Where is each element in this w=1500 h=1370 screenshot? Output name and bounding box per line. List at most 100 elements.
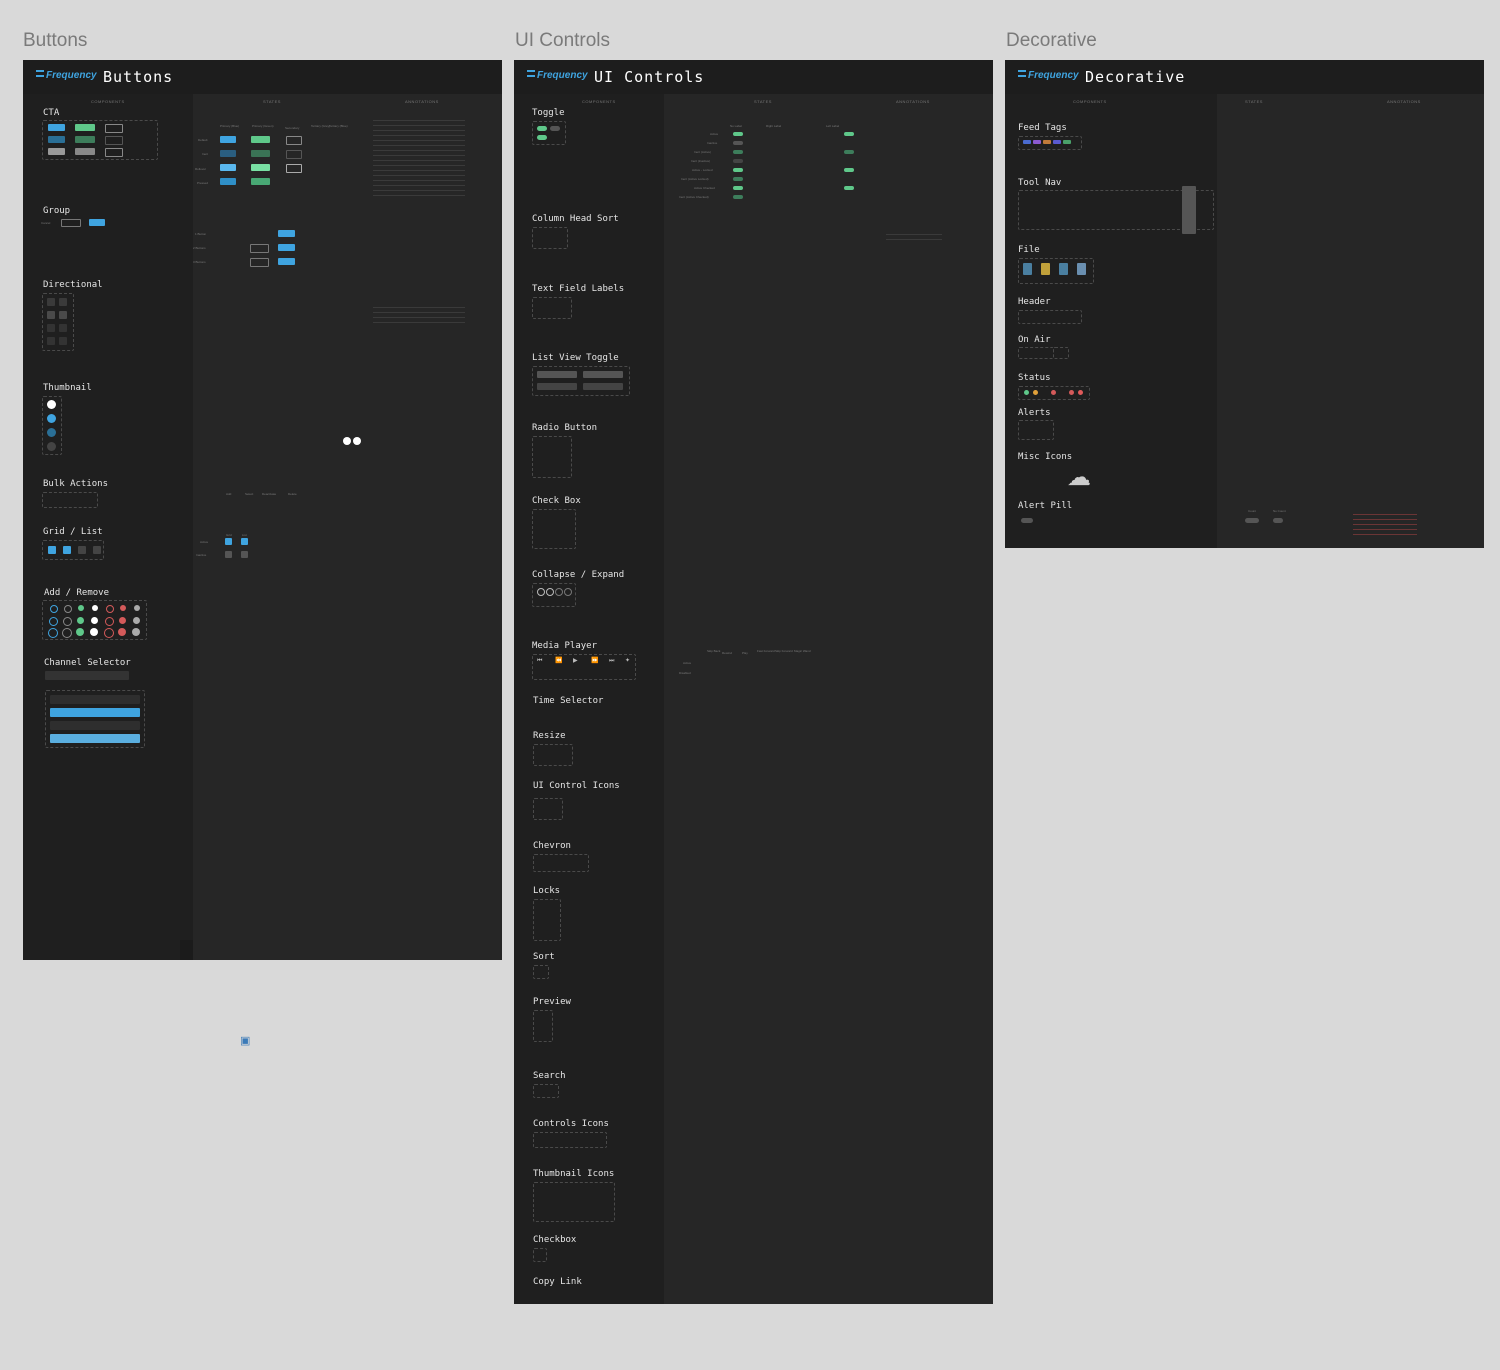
skip-back-icon[interactable]: ⏮ [537, 658, 542, 664]
magic-wand-icon[interactable]: ✦ [625, 658, 630, 664]
group-discard-button[interactable] [61, 219, 81, 227]
cta-inert-green[interactable] [251, 150, 270, 157]
toggle-off[interactable] [550, 126, 560, 131]
play-icon[interactable]: ▶ [573, 658, 578, 664]
dir-right-4[interactable] [59, 337, 67, 345]
dir-left-3[interactable] [47, 324, 55, 332]
cta-primary-blue-inert[interactable] [48, 136, 65, 143]
channel-selector-bar[interactable] [45, 671, 129, 680]
toggle-left-7[interactable] [844, 186, 854, 190]
toggle-row-8[interactable] [733, 195, 743, 199]
thumb-edit-inert[interactable] [47, 414, 56, 423]
channel-option-3[interactable] [50, 721, 140, 730]
grid-inactive[interactable] [78, 546, 86, 554]
add-green-lg[interactable] [76, 628, 84, 636]
group-1-save[interactable] [278, 230, 295, 237]
skip-forward-icon[interactable]: ⏭ [609, 658, 614, 664]
remove-grey-lg[interactable] [132, 628, 140, 636]
add-filled-green[interactable] [78, 605, 84, 611]
add-outline-md[interactable] [49, 617, 58, 626]
cta-pressed-green[interactable] [251, 178, 270, 185]
remove-red-md[interactable] [119, 617, 126, 624]
tool-nav-selected[interactable] [1182, 186, 1196, 234]
image-icon[interactable]: ▣ [240, 1034, 250, 1047]
list-inactive[interactable] [93, 546, 101, 554]
toggle-row-5[interactable] [733, 168, 743, 172]
remove-red-lg[interactable] [118, 628, 126, 636]
cta-inert-blue[interactable] [220, 150, 236, 157]
thumb-edit-rollover[interactable] [47, 428, 56, 437]
toggle-row-1[interactable] [733, 132, 743, 136]
group-3-save[interactable] [278, 258, 295, 265]
cta-grey-2[interactable] [75, 148, 95, 155]
dir-right[interactable] [59, 298, 67, 306]
collapse-icon[interactable] [537, 588, 545, 596]
dir-left[interactable] [47, 298, 55, 306]
dir-left-4[interactable] [47, 337, 55, 345]
thumb-edit-pressed[interactable] [47, 442, 56, 451]
remove-outline-md[interactable] [105, 617, 114, 626]
group-3-discard[interactable] [250, 258, 269, 267]
list-active-state[interactable] [241, 538, 248, 545]
cta-secondary-2[interactable] [105, 148, 123, 157]
add-green-md[interactable] [77, 617, 84, 624]
cta-primary-green[interactable] [75, 124, 95, 131]
remove-grey-md[interactable] [133, 617, 140, 624]
list-view-toggle-3[interactable] [537, 383, 577, 390]
add-white-lg[interactable] [90, 628, 98, 636]
grid-active-state[interactable] [225, 538, 232, 545]
cta-rollover-green[interactable] [251, 164, 270, 171]
rewind-icon[interactable]: ⏪ [555, 658, 562, 664]
collapse-inert-icon[interactable] [555, 588, 563, 596]
channel-option-4[interactable] [50, 734, 140, 743]
dir-left-2[interactable] [47, 311, 55, 319]
frame-decorative[interactable]: Frequency Decorative COMPONENTS STATES A… [1005, 60, 1484, 548]
toggle-row-7[interactable] [733, 186, 743, 190]
cta-rollover-blue[interactable] [220, 164, 236, 171]
grid-active[interactable] [48, 546, 56, 554]
add-filled-white[interactable] [92, 605, 98, 611]
list-view-toggle-2[interactable] [583, 371, 623, 378]
toggle-row-6[interactable] [733, 177, 743, 181]
list-inactive-state[interactable] [241, 551, 248, 558]
cta-default-secondary[interactable] [286, 136, 302, 145]
expand-inert-icon[interactable] [564, 588, 572, 596]
thumb-edit-default[interactable] [47, 400, 56, 409]
toggle-row-4[interactable] [733, 159, 743, 163]
frame-buttons[interactable]: Frequency Buttons COMPONENTS STATES ANNO… [23, 60, 502, 960]
upload-cloud-icon[interactable]: ☁ [1067, 466, 1091, 490]
toggle-on[interactable] [537, 126, 547, 131]
remove-outline[interactable] [106, 605, 114, 613]
add-outline-md-2[interactable] [63, 617, 72, 626]
remove-filled[interactable] [120, 605, 126, 611]
toggle-row-2[interactable] [733, 141, 743, 145]
remove-grey[interactable] [134, 605, 140, 611]
toggle-on-2[interactable] [537, 135, 547, 140]
thumb-extra-2[interactable] [353, 437, 361, 445]
cta-secondary-inert[interactable] [105, 136, 123, 145]
group-2-save[interactable] [278, 244, 295, 251]
group-cancel[interactable]: Cancel [41, 221, 50, 225]
dir-right-2[interactable] [59, 311, 67, 319]
cta-grey[interactable] [48, 148, 65, 155]
cta-primary-green-inert[interactable] [75, 136, 95, 143]
cta-rollover-secondary[interactable] [286, 164, 302, 173]
toggle-left-1[interactable] [844, 132, 854, 136]
channel-option-2[interactable] [50, 708, 140, 717]
frame-ui-controls[interactable]: Frequency UI Controls COMPONENTS STATES … [514, 60, 993, 1304]
toggle-left-3[interactable] [844, 150, 854, 154]
cta-pressed-blue[interactable] [220, 178, 236, 185]
list-view-toggle-1[interactable] [537, 371, 577, 378]
thumb-extra-1[interactable] [343, 437, 351, 445]
group-save-button[interactable] [89, 219, 105, 226]
add-outline-1[interactable] [50, 605, 58, 613]
toggle-left-5[interactable] [844, 168, 854, 172]
fast-forward-icon[interactable]: ⏩ [591, 658, 598, 664]
expand-icon[interactable] [546, 588, 554, 596]
cta-default-blue[interactable] [220, 136, 236, 143]
cta-default-green[interactable] [251, 136, 270, 143]
cta-inert-secondary[interactable] [286, 150, 302, 159]
grid-inactive-state[interactable] [225, 551, 232, 558]
toggle-row-3[interactable] [733, 150, 743, 154]
list-active[interactable] [63, 546, 71, 554]
